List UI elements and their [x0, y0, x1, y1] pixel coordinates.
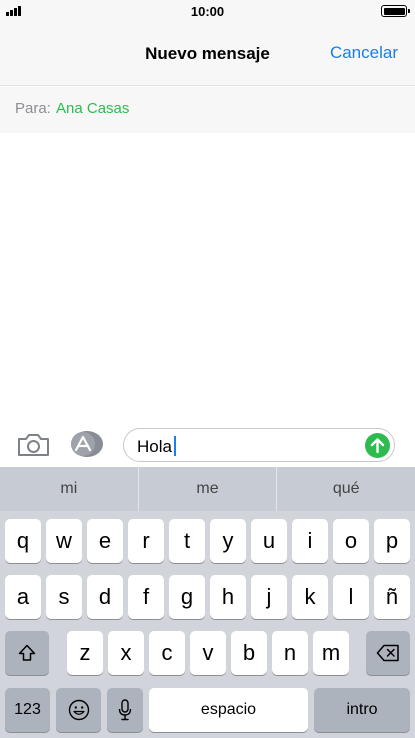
- key-f[interactable]: f: [128, 575, 164, 619]
- camera-icon[interactable]: [17, 433, 50, 457]
- to-field[interactable]: Para: Ana Casas: [0, 87, 415, 133]
- key-v[interactable]: v: [190, 631, 226, 675]
- prediction-1[interactable]: mi: [0, 467, 138, 511]
- space-key[interactable]: espacio: [149, 688, 308, 732]
- battery-icon: [381, 5, 410, 17]
- key-s[interactable]: s: [46, 575, 82, 619]
- predictive-bar: mi me qué: [0, 467, 415, 511]
- prediction-2[interactable]: me: [139, 467, 277, 511]
- key-e[interactable]: e: [87, 519, 123, 563]
- key-n-tilde[interactable]: ñ: [374, 575, 410, 619]
- key-z[interactable]: z: [67, 631, 103, 675]
- status-time: 10:00: [190, 4, 225, 19]
- shift-arrow-icon: [18, 644, 36, 661]
- message-area: [0, 133, 415, 420]
- key-i[interactable]: i: [292, 519, 328, 563]
- recipient-chip[interactable]: Ana Casas: [56, 100, 129, 117]
- key-o[interactable]: o: [333, 519, 369, 563]
- key-b[interactable]: b: [231, 631, 267, 675]
- key-d[interactable]: d: [87, 575, 123, 619]
- key-a[interactable]: a: [5, 575, 41, 619]
- key-u[interactable]: u: [251, 519, 287, 563]
- dictation-key[interactable]: [107, 688, 143, 732]
- key-c[interactable]: c: [149, 631, 185, 675]
- key-r[interactable]: r: [128, 519, 164, 563]
- backspace-icon: [376, 644, 399, 662]
- key-w[interactable]: w: [46, 519, 82, 563]
- prediction-3[interactable]: qué: [277, 467, 415, 511]
- key-q[interactable]: q: [5, 519, 41, 563]
- key-n[interactable]: n: [272, 631, 308, 675]
- key-l[interactable]: l: [333, 575, 369, 619]
- shift-key[interactable]: [5, 631, 49, 675]
- key-h[interactable]: h: [210, 575, 246, 619]
- compose-bar: Hola: [0, 420, 415, 467]
- key-p[interactable]: p: [374, 519, 410, 563]
- key-x[interactable]: x: [108, 631, 144, 675]
- arrow-up-icon: [370, 438, 385, 454]
- to-label: Para:: [15, 100, 51, 117]
- send-button[interactable]: [365, 433, 390, 458]
- keyboard: mi me qué q w e r t y u i o p a s d f g …: [0, 467, 415, 738]
- app-store-icon[interactable]: [70, 430, 104, 458]
- key-t[interactable]: t: [169, 519, 205, 563]
- key-g[interactable]: g: [169, 575, 205, 619]
- text-caret: [173, 436, 176, 456]
- key-j[interactable]: j: [251, 575, 287, 619]
- message-text: Hola: [137, 437, 172, 456]
- key-y[interactable]: y: [210, 519, 246, 563]
- cancel-button[interactable]: Cancelar: [330, 43, 398, 63]
- emoji-icon: [68, 699, 89, 721]
- message-input[interactable]: Hola: [123, 428, 395, 462]
- microphone-icon: [118, 699, 132, 721]
- return-key[interactable]: intro: [314, 688, 410, 732]
- emoji-key[interactable]: [56, 688, 101, 732]
- status-bar: 10:00: [0, 0, 415, 22]
- navigation-bar: Nuevo mensaje Cancelar: [0, 22, 415, 86]
- backspace-key[interactable]: [366, 631, 410, 675]
- key-k[interactable]: k: [292, 575, 328, 619]
- key-m[interactable]: m: [313, 631, 349, 675]
- numbers-key[interactable]: 123: [5, 688, 50, 732]
